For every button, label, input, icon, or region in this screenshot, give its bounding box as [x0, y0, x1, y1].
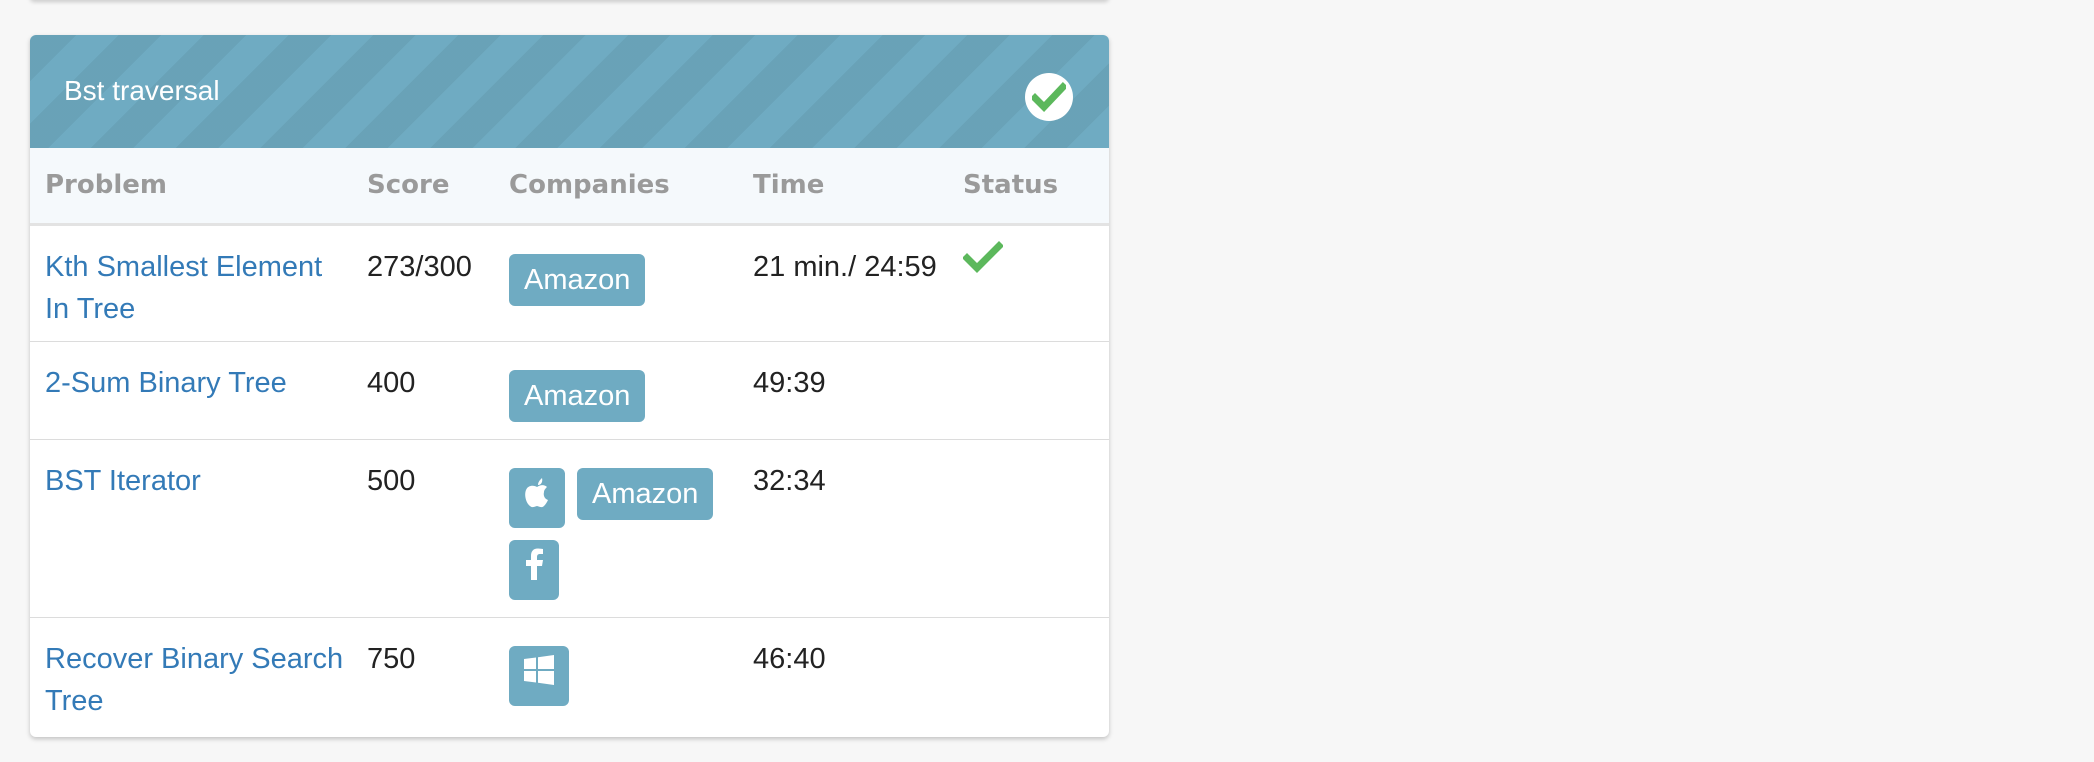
table-row: 2-Sum Binary Tree 400 Amazon 49:39 — [30, 341, 1109, 439]
panel-header: Bst traversal — [30, 35, 1109, 148]
company-tags: Amazon — [509, 362, 749, 422]
apple-icon — [522, 475, 552, 521]
score-cell: 750 — [367, 642, 416, 675]
check-circle-icon — [1025, 73, 1073, 121]
table-header-row: Problem Score Companies Time Status — [30, 148, 1109, 224]
time-cell: 21 min./ 24:59 — [753, 250, 937, 283]
company-tag-amazon[interactable]: Amazon — [509, 369, 646, 422]
score-cell: 273/300 — [367, 250, 472, 283]
status-cell — [948, 617, 1109, 732]
header-companies: Companies — [509, 170, 670, 201]
table-row: Recover Binary Search Tree 750 46:40 — [30, 617, 1109, 732]
company-tags: Amazon — [509, 460, 749, 600]
header-problem[interactable]: Problem — [30, 148, 352, 224]
score-cell: 400 — [367, 366, 416, 399]
header-time: Time — [753, 170, 825, 201]
time-cell: 32:34 — [753, 464, 826, 497]
problem-link[interactable]: BST Iterator — [45, 465, 201, 497]
status-cell — [948, 341, 1109, 439]
problems-table: Problem Score Companies Time Status Kth … — [30, 148, 1109, 732]
problem-link[interactable]: Recover Binary Search Tree — [45, 643, 343, 717]
company-tags: Amazon — [509, 246, 749, 306]
time-cell: 46:40 — [753, 642, 826, 675]
status-cell — [948, 439, 1109, 617]
company-tag-amazon[interactable]: Amazon — [509, 253, 646, 306]
problem-link[interactable]: 2-Sum Binary Tree — [45, 367, 287, 399]
company-tag-microsoft[interactable] — [509, 645, 569, 706]
windows-icon — [523, 654, 555, 698]
topic-panel: Bst traversal Problem Score Companies Ti… — [30, 35, 1109, 737]
company-tags — [509, 638, 749, 706]
status-cell — [948, 224, 1109, 341]
header-score[interactable]: Score — [352, 148, 494, 224]
company-tag-facebook[interactable] — [509, 539, 559, 600]
header-status: Status — [963, 170, 1059, 201]
panel-title: Bst traversal — [64, 75, 220, 106]
score-cell: 500 — [367, 464, 416, 497]
facebook-icon — [524, 548, 544, 592]
problem-link[interactable]: Kth Smallest Element In Tree — [45, 251, 322, 325]
table-row: Kth Smallest Element In Tree 273/300 Ama… — [30, 224, 1109, 341]
time-cell: 49:39 — [753, 366, 826, 399]
company-tag-apple[interactable] — [509, 467, 565, 528]
company-tag-amazon[interactable]: Amazon — [577, 467, 714, 520]
table-row: BST Iterator 500 Amazon 32:34 — [30, 439, 1109, 617]
checkmark-icon — [962, 240, 1004, 281]
